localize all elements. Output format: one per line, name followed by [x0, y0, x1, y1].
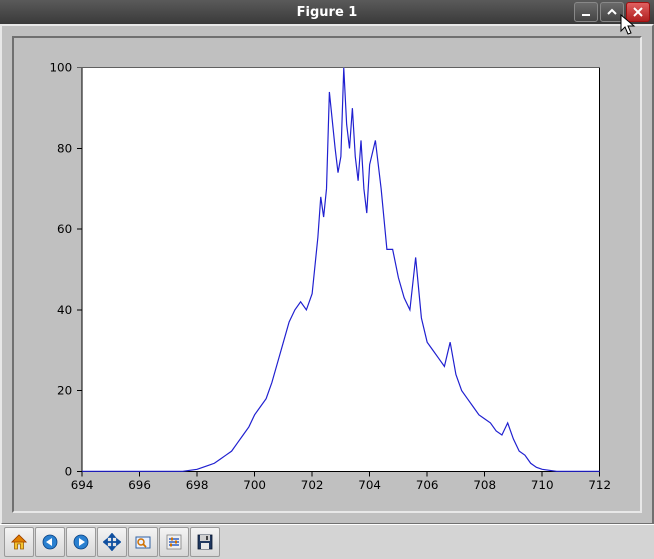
svg-text:0: 0 [65, 464, 73, 478]
forward-button[interactable] [66, 527, 96, 557]
home-icon [10, 533, 28, 551]
svg-text:40: 40 [57, 303, 72, 317]
svg-text:710: 710 [531, 478, 554, 492]
svg-text:704: 704 [358, 478, 381, 492]
save-button[interactable] [190, 527, 220, 557]
minimize-button[interactable] [574, 2, 598, 22]
figure-window: Figure 1 694 696 698 700 702 704 706 708 710 712 0… [0, 0, 654, 559]
window-buttons [574, 2, 654, 22]
pan-button[interactable] [97, 527, 127, 557]
svg-text:698: 698 [186, 478, 209, 492]
svg-text:20: 20 [57, 384, 72, 398]
sliders-icon [165, 533, 183, 551]
svg-text:694: 694 [71, 478, 94, 492]
back-button[interactable] [35, 527, 65, 557]
svg-text:702: 702 [301, 478, 324, 492]
svg-text:696: 696 [128, 478, 151, 492]
nav-toolbar [0, 524, 654, 559]
client-area: 694 696 698 700 702 704 706 708 710 712 0 20 40 60 80 1… [0, 24, 654, 525]
chevron-up-icon [606, 6, 618, 18]
close-button[interactable] [626, 2, 650, 22]
save-icon [196, 533, 214, 551]
zoom-rect-icon [134, 533, 152, 551]
arrow-right-icon [72, 533, 90, 551]
chart: 694 696 698 700 702 704 706 708 710 712 0 20 40 60 80 1… [14, 38, 640, 511]
title-bar: Figure 1 [0, 0, 654, 25]
svg-text:706: 706 [416, 478, 439, 492]
arrow-left-icon [41, 533, 59, 551]
svg-text:700: 700 [243, 478, 266, 492]
window-title: Figure 1 [0, 5, 654, 20]
svg-text:100: 100 [49, 61, 72, 75]
close-icon [632, 6, 644, 18]
maximize-button[interactable] [600, 2, 624, 22]
move-icon [103, 533, 121, 551]
home-button[interactable] [4, 527, 34, 557]
svg-text:712: 712 [588, 478, 611, 492]
canvas-frame: 694 696 698 700 702 704 706 708 710 712 0 20 40 60 80 1… [12, 36, 642, 513]
svg-text:60: 60 [57, 222, 72, 236]
minimize-icon [580, 6, 592, 18]
svg-text:708: 708 [473, 478, 496, 492]
svg-text:80: 80 [57, 141, 72, 155]
zoom-button[interactable] [128, 527, 158, 557]
configure-subplots-button[interactable] [159, 527, 189, 557]
